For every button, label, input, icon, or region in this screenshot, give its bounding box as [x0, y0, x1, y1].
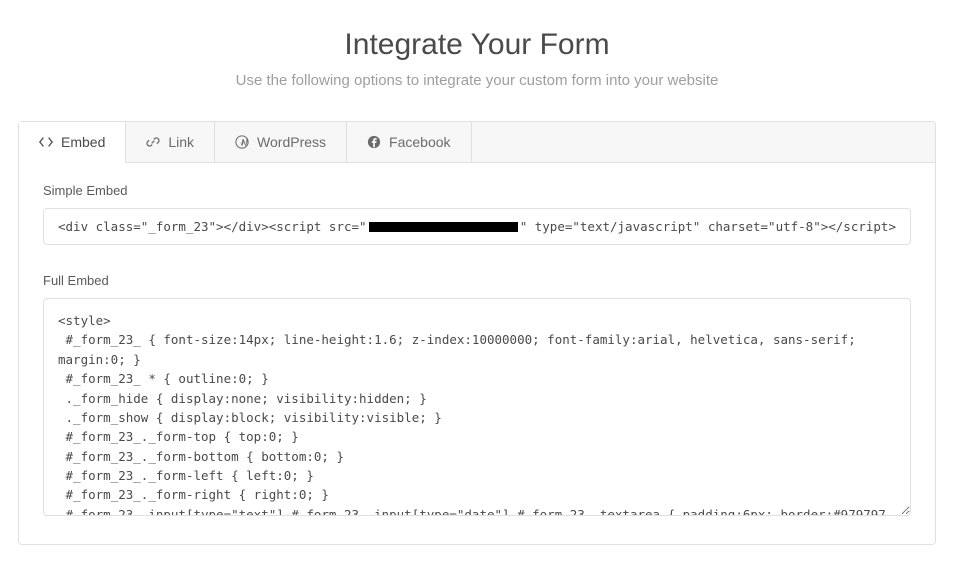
- tab-bar: Embed Link WordPress Facebook: [19, 122, 935, 163]
- code-prefix: <div class="_form_23"></div><script src=…: [58, 219, 367, 234]
- integration-panel: Embed Link WordPress Facebook Simple Emb…: [18, 121, 936, 545]
- simple-embed-label: Simple Embed: [43, 183, 911, 198]
- wordpress-icon: [235, 135, 249, 149]
- tab-label: WordPress: [257, 134, 326, 150]
- tab-embed[interactable]: Embed: [19, 122, 126, 163]
- tab-label: Facebook: [389, 134, 450, 150]
- tab-wordpress[interactable]: WordPress: [215, 122, 347, 162]
- tab-label: Link: [168, 134, 194, 150]
- full-embed-label: Full Embed: [43, 273, 911, 288]
- code-icon: [39, 135, 53, 149]
- page-subtitle: Use the following options to integrate y…: [20, 72, 934, 89]
- code-suffix: " type="text/javascript" charset="utf-8"…: [520, 219, 896, 234]
- tab-facebook[interactable]: Facebook: [347, 122, 471, 162]
- tab-content-embed: Simple Embed <div class="_form_23"></div…: [19, 163, 935, 544]
- redacted-url: [369, 222, 518, 232]
- page-title: Integrate Your Form: [20, 28, 934, 62]
- full-embed-code[interactable]: <style> #_form_23_ { font-size:14px; lin…: [43, 298, 911, 516]
- simple-embed-code[interactable]: <div class="_form_23"></div><script src=…: [43, 208, 911, 245]
- tab-link[interactable]: Link: [126, 122, 215, 162]
- facebook-icon: [367, 135, 381, 149]
- link-icon: [146, 135, 160, 149]
- tab-label: Embed: [61, 134, 105, 150]
